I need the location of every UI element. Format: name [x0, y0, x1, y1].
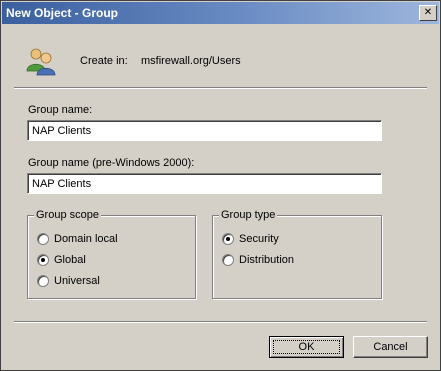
close-icon: ✕	[423, 7, 433, 18]
cancel-button-label: Cancel	[373, 341, 408, 353]
radio-label: Universal	[54, 275, 100, 287]
radio-security[interactable]	[222, 233, 234, 245]
separator-bottom	[14, 321, 427, 323]
radio-universal[interactable]	[37, 275, 49, 287]
create-in-label: Create in:	[80, 55, 128, 67]
window-title: New Object - Group	[6, 6, 119, 20]
group-name-input[interactable]	[27, 120, 382, 141]
separator-top	[14, 87, 427, 89]
cancel-button[interactable]: Cancel	[353, 336, 428, 358]
ok-button[interactable]: OK	[269, 336, 344, 358]
users-group-icon	[26, 48, 56, 76]
radio-distribution[interactable]	[222, 254, 234, 266]
radio-label: Distribution	[239, 254, 295, 266]
group-name-label: Group name:	[28, 104, 93, 116]
group-scope-title: Group scope	[34, 209, 101, 221]
close-button[interactable]: ✕	[419, 5, 437, 21]
create-in-path: msfirewall.org/Users	[141, 55, 241, 67]
radio-label: Domain local	[54, 233, 118, 245]
group-name-pre2000-label: Group name (pre-Windows 2000):	[28, 157, 195, 169]
radio-domain-local[interactable]	[37, 233, 49, 245]
group-type-box: Group type Security Distribution	[212, 209, 382, 299]
radio-label: Global	[54, 254, 86, 266]
radio-global[interactable]	[37, 254, 49, 266]
group-name-pre2000-input[interactable]	[27, 173, 382, 194]
focus-rectangle	[273, 340, 340, 354]
radio-label: Security	[239, 233, 279, 245]
radio-selected-dot	[226, 237, 230, 241]
title-bar[interactable]: New Object - Group ✕	[2, 2, 439, 24]
group-scope-box: Group scope Domain local Global Universa…	[27, 209, 196, 299]
new-object-group-dialog: New Object - Group ✕ Create in: msfirewa…	[0, 0, 441, 371]
radio-selected-dot	[41, 258, 45, 262]
group-type-title: Group type	[219, 209, 278, 221]
